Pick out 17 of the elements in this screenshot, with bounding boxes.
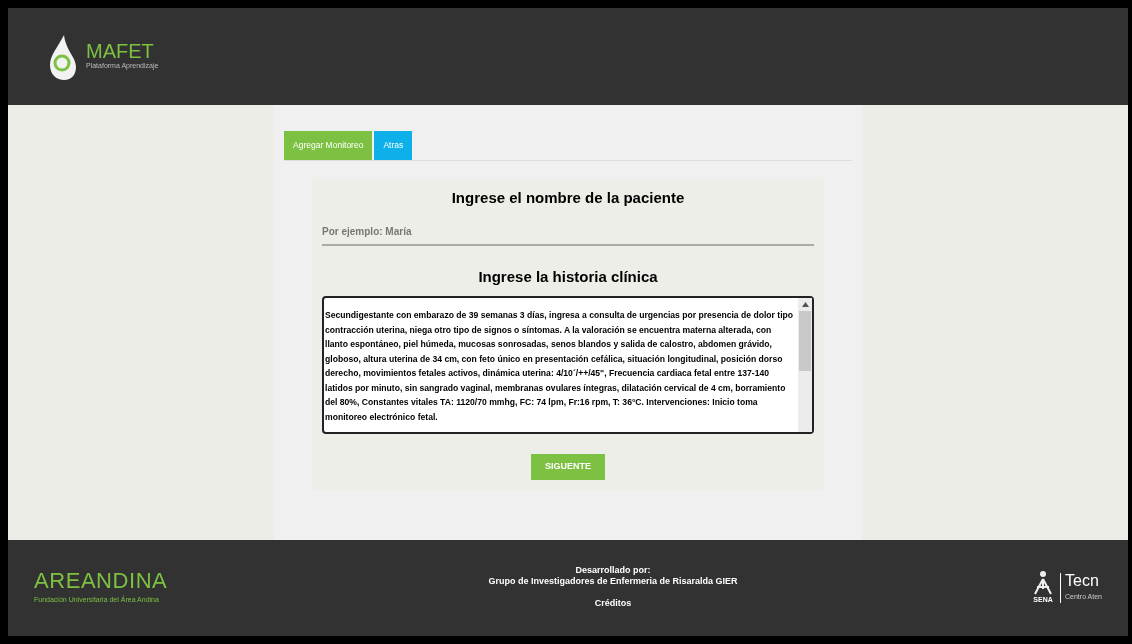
figure-logo-icon: [1032, 570, 1055, 595]
tab[interactable]: Atras: [374, 131, 413, 160]
scroll-up-icon[interactable]: [801, 302, 809, 307]
form-heading: Ingrese el nombre de la paciente: [450, 188, 686, 208]
logo-title: MAFET: [86, 41, 155, 62]
history-text: Secundigestante con embarazo de 39 semanas 3 días, ingresa a consulta de urgencias por presencia de dolor tipo contracción uterina, niega otro tipo de signos o síntomas. A la valoración se encuentra materna alterada, con llanto espontáneo, piel húmeda, mucosas sonrosadas, senos blandos y salida de calostro, abdomen grávido, globoso, altura uterina de 34 cm, con feto único en presentación cefálica, situación longitudinal, posición dorso derecho, movimientos fetales activos, dinámica uterina: 4/10´/++/45", Frecuencia cardiaca fetal entre 137-140 latidos por minuto, sin sangrado vaginal, membranas ovulares íntegras, dilatación cervical de 4 cm, borramiento del 80%, Constantes vitales TA: 1120/70 mmhg, FC: 74 lpm, Fr:16 rpm, T: 36°C. Intervenciones: Inicio toma monitoreo electrónico fetal.: [324, 309, 795, 424]
name-input-field[interactable]: Por ejemplo: María: [322, 219, 814, 246]
credit-text: Grupo de Investigadores de Enfermeria de Risaralda GIER: [488, 576, 738, 588]
credits-link[interactable]: Créditos: [594, 597, 632, 611]
tab[interactable]: Agregar Monitoreo: [284, 131, 373, 160]
credit-text: Desarrollado por:: [575, 565, 651, 577]
footer-logo-title: AREANDINA: [34, 570, 169, 593]
history-text-area[interactable]: [322, 296, 814, 434]
next-button[interactable]: SIGUENTE: [531, 454, 605, 480]
scrollbar[interactable]: [798, 298, 812, 432]
form-heading: Ingrese la historia clínica: [477, 266, 659, 287]
footer-logo-title: Tecn: [1065, 573, 1100, 590]
